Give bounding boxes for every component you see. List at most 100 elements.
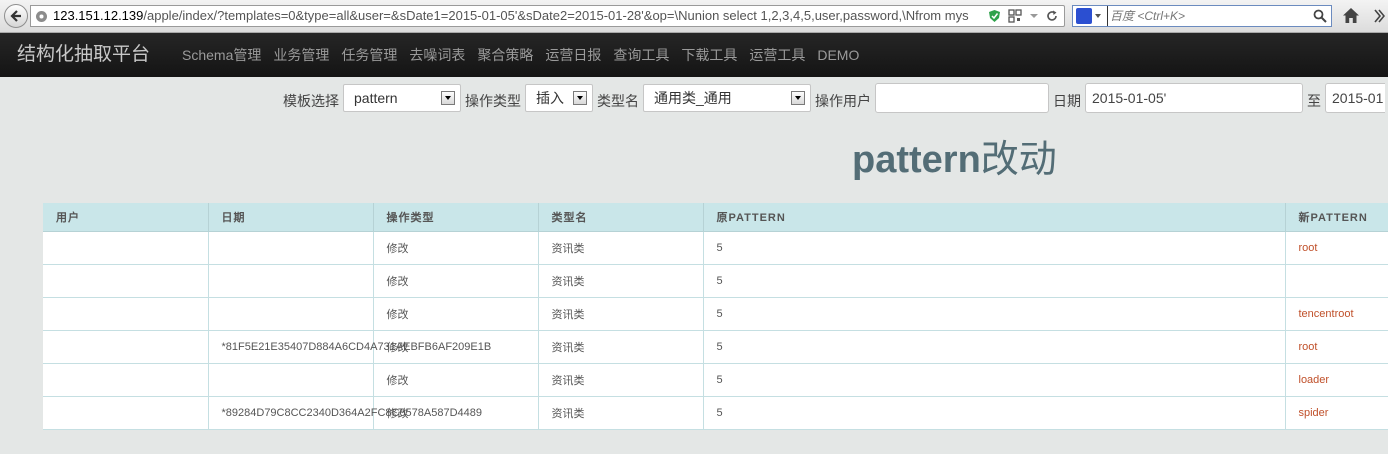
type-name-select[interactable]: 通用类_通用 — [643, 84, 811, 112]
cell-old-pattern: 5 — [702, 363, 1285, 397]
template-select[interactable]: pattern — [343, 84, 461, 112]
cell-date: *81F5E21E35407D884A6CD4A731AEBFB6AF209E1… — [207, 330, 491, 364]
cell-op-type: 修改 — [372, 264, 538, 298]
reload-icon[interactable] — [1046, 10, 1058, 22]
cell-user — [43, 396, 208, 430]
dropdown-arrow-icon[interactable] — [1029, 11, 1039, 21]
col-header-old-pattern[interactable]: 原PATTERN — [702, 203, 1285, 232]
cell-user — [43, 264, 208, 298]
table-row: 修改 资讯类 5 — [43, 264, 1388, 298]
cell-new-pattern: tencentroot — [1284, 297, 1388, 331]
nav-menu: Schema管理 业务管理 任务管理 去噪词表 聚合策略 运营日报 查询工具 下… — [176, 33, 865, 77]
cell-op-type: 修改 — [372, 297, 538, 331]
page-title-suffix: 改动 — [980, 137, 1057, 181]
cell-new-pattern — [1284, 264, 1388, 298]
cell-new-pattern: root — [1284, 231, 1388, 265]
url-text[interactable]: 123.151.12.139/apple/index/?templates=0&… — [53, 6, 1011, 26]
col-header-op-type[interactable]: 操作类型 — [372, 203, 538, 232]
home-icon[interactable] — [1342, 7, 1360, 24]
nav-item-aggregation[interactable]: 聚合策略 — [471, 33, 539, 77]
back-button[interactable] — [4, 4, 28, 28]
cell-date — [207, 297, 373, 331]
nav-item-ops-tools[interactable]: 运营工具 — [743, 33, 811, 77]
nav-item-query-tools[interactable]: 查询工具 — [607, 33, 675, 77]
nav-item-demo[interactable]: DEMO — [811, 33, 865, 77]
chevron-down-icon[interactable] — [441, 91, 455, 105]
table-header-row: 用户 日期 操作类型 类型名 原PATTERN 新PATTERN — [43, 203, 1388, 232]
table-row: *81F5E21E35407D884A6CD4A731AEBFB6AF209E1… — [43, 330, 1388, 364]
cell-new-pattern: root — [1284, 330, 1388, 364]
cell-old-pattern: 5 — [702, 231, 1285, 265]
search-engine-icon[interactable] — [1076, 8, 1092, 24]
nav-item-download-tools[interactable]: 下载工具 — [675, 33, 743, 77]
url-host: 123.151.12.139 — [53, 8, 144, 23]
address-bar[interactable]: 123.151.12.139/apple/index/?templates=0&… — [30, 5, 1065, 27]
nav-item-business[interactable]: 业务管理 — [267, 33, 335, 77]
nav-item-schema[interactable]: Schema管理 — [176, 33, 267, 77]
nav-item-denoise-words[interactable]: 去噪词表 — [403, 33, 471, 77]
cell-user — [43, 297, 208, 331]
cell-type-name: 资讯类 — [537, 396, 703, 430]
cell-type-name: 资讯类 — [537, 231, 703, 265]
cell-op-type: 修改 — [372, 363, 538, 397]
cell-old-pattern: 5 — [702, 297, 1285, 331]
cell-date-text: *81F5E21E35407D884A6CD4A731AEBFB6AF209E1… — [221, 341, 492, 353]
op-type-select[interactable]: 插入 — [525, 84, 593, 112]
cell-op-type: 修改 — [372, 231, 538, 265]
overflow-menu-icon[interactable] — [1373, 8, 1385, 24]
search-icon[interactable] — [1313, 9, 1327, 23]
type-name-value: 通用类_通用 — [654, 90, 732, 106]
type-name-label: 类型名 — [597, 93, 639, 109]
table-row: 修改 资讯类 5 tencentroot — [43, 297, 1388, 331]
date-label: 日期 — [1053, 93, 1081, 109]
col-header-user[interactable]: 用户 — [43, 203, 208, 232]
cell-user — [43, 330, 208, 364]
search-placeholder: 百度 <Ctrl+K> — [1107, 6, 1185, 26]
cell-date — [207, 231, 373, 265]
template-label: 模板选择 — [283, 93, 339, 109]
url-path: /apple/index/?templates=0&type=all&user=… — [143, 8, 969, 23]
qr-code-icon[interactable] — [1008, 9, 1022, 23]
op-type-value: 插入 — [536, 90, 564, 106]
template-value: pattern — [354, 90, 398, 106]
date-from-input[interactable]: 2015-01-05' — [1085, 83, 1303, 113]
cell-new-pattern: loader — [1284, 363, 1388, 397]
chevron-down-icon[interactable] — [573, 91, 587, 105]
pattern-change-table: 用户 日期 操作类型 类型名 原PATTERN 新PATTERN 修改 资讯类 … — [43, 203, 1388, 430]
nav-item-tasks[interactable]: 任务管理 — [335, 33, 403, 77]
cell-date — [207, 264, 373, 298]
brand-title[interactable]: 结构化抽取平台 — [17, 33, 150, 77]
cell-old-pattern: 5 — [702, 264, 1285, 298]
page-title: pattern改动 — [852, 128, 1057, 183]
col-header-type-name[interactable]: 类型名 — [537, 203, 703, 232]
filter-form: 模板选择 pattern 操作类型 插入 类型名 通用类_通用 操作用户 日期 … — [283, 83, 1388, 113]
cell-user — [43, 231, 208, 265]
col-header-new-pattern[interactable]: 新PATTERN — [1284, 203, 1388, 232]
browser-toolbar: 123.151.12.139/apple/index/?templates=0&… — [0, 0, 1388, 33]
table-row: 修改 资讯类 5 loader — [43, 363, 1388, 397]
cell-type-name: 资讯类 — [537, 264, 703, 298]
date-to-input[interactable]: 2015-01 — [1325, 83, 1385, 113]
date-to-label: 至 — [1307, 93, 1321, 109]
cell-date — [207, 363, 373, 397]
op-user-label: 操作用户 — [815, 93, 871, 109]
cell-user — [43, 363, 208, 397]
col-header-date[interactable]: 日期 — [207, 203, 373, 232]
engine-dropdown-icon[interactable] — [1095, 14, 1101, 18]
cell-new-pattern: spider — [1284, 396, 1388, 430]
site-info-icon[interactable] — [35, 10, 48, 23]
cell-date: *89284D79C8CC2340D364A2FC8C0578A587D4489 — [207, 396, 482, 430]
top-navbar: 结构化抽取平台 Schema管理 业务管理 任务管理 去噪词表 聚合策略 运营日… — [0, 33, 1388, 77]
chevron-down-icon[interactable] — [791, 91, 805, 105]
search-box[interactable]: 百度 <Ctrl+K> — [1072, 5, 1332, 27]
cell-type-name: 资讯类 — [537, 363, 703, 397]
cell-type-name: 资讯类 — [537, 330, 703, 364]
table-row: *89284D79C8CC2340D364A2FC8C0578A587D4489… — [43, 396, 1388, 430]
cell-date-text: *89284D79C8CC2340D364A2FC8C0578A587D4489 — [221, 407, 483, 419]
cell-old-pattern: 5 — [702, 396, 1285, 430]
nav-item-daily-report[interactable]: 运营日报 — [539, 33, 607, 77]
cell-type-name: 资讯类 — [537, 297, 703, 331]
op-user-input[interactable] — [875, 83, 1049, 113]
table-row: 修改 资讯类 5 root — [43, 231, 1388, 265]
shield-icon[interactable] — [988, 9, 1001, 23]
